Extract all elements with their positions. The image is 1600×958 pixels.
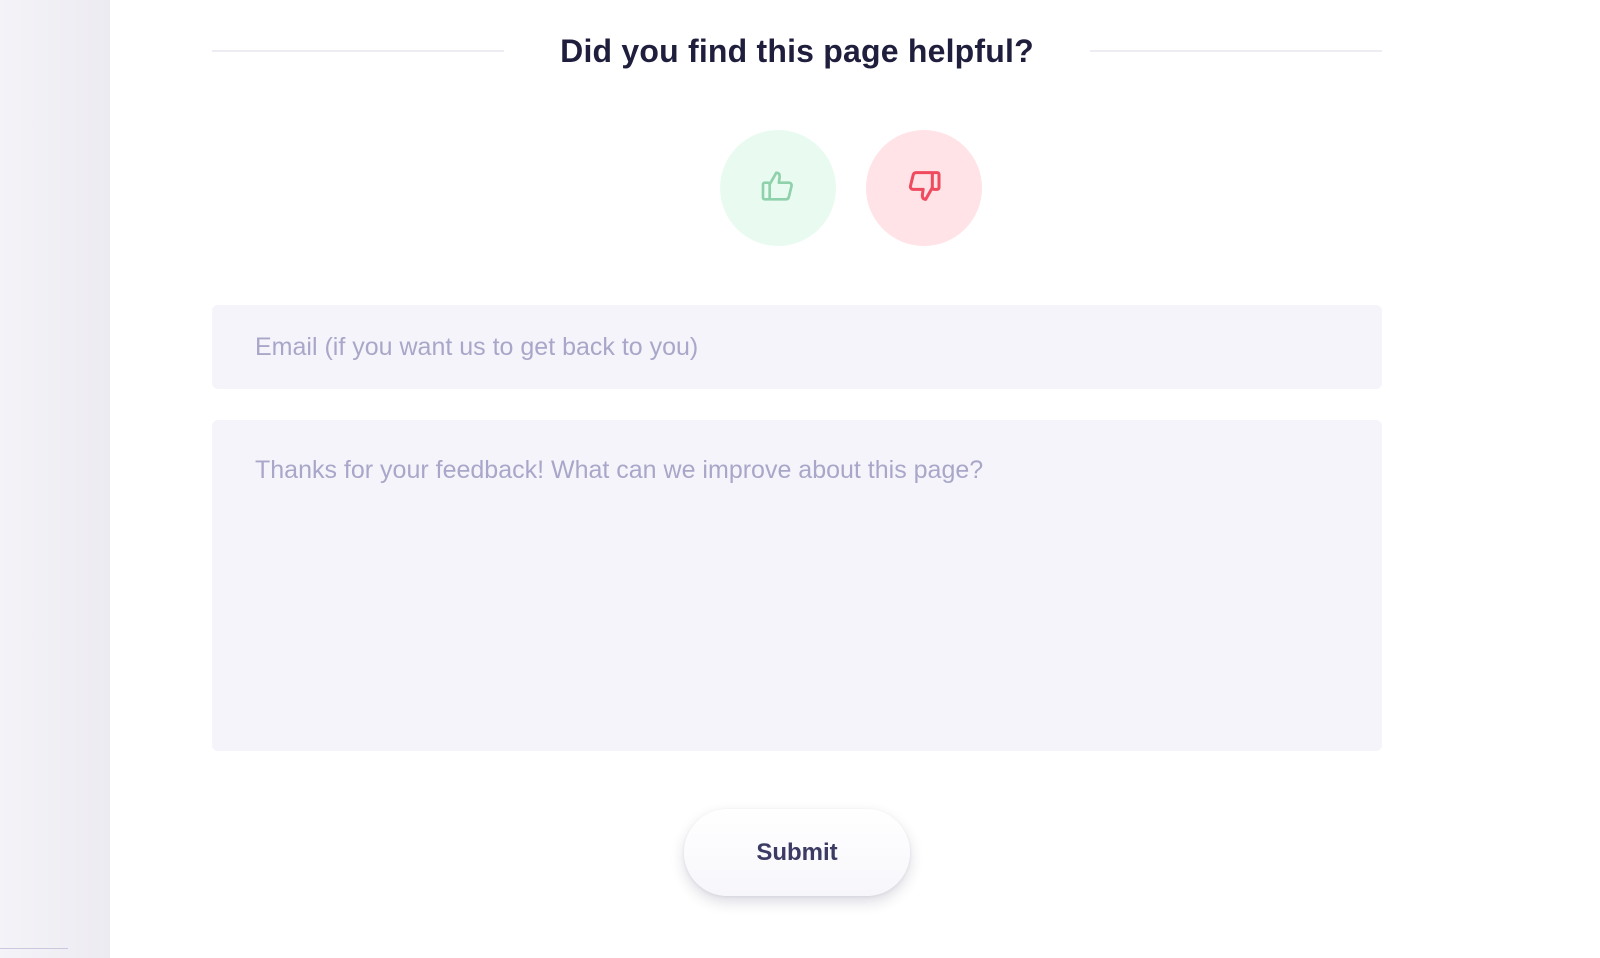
heading-divider-left: [212, 50, 505, 52]
heading-divider-right: [1089, 50, 1383, 52]
submit-button[interactable]: Submit: [684, 809, 910, 896]
feedback-message-field[interactable]: [212, 420, 1382, 751]
feedback-title: Did you find this page helpful?: [560, 32, 1034, 69]
thumbs-up-button[interactable]: [720, 130, 836, 246]
email-field[interactable]: [212, 305, 1382, 389]
feedback-heading-row: Did you find this page helpful?: [212, 28, 1383, 74]
sidebar-divider: [0, 948, 68, 949]
thumbs-up-icon: [758, 166, 798, 211]
thumbs-down-button[interactable]: [866, 130, 982, 246]
feedback-section: Did you find this page helpful? Submit: [110, 0, 1600, 958]
thumbs-down-icon: [904, 166, 944, 211]
left-sidebar: [0, 0, 110, 958]
vote-buttons: [110, 130, 1490, 246]
